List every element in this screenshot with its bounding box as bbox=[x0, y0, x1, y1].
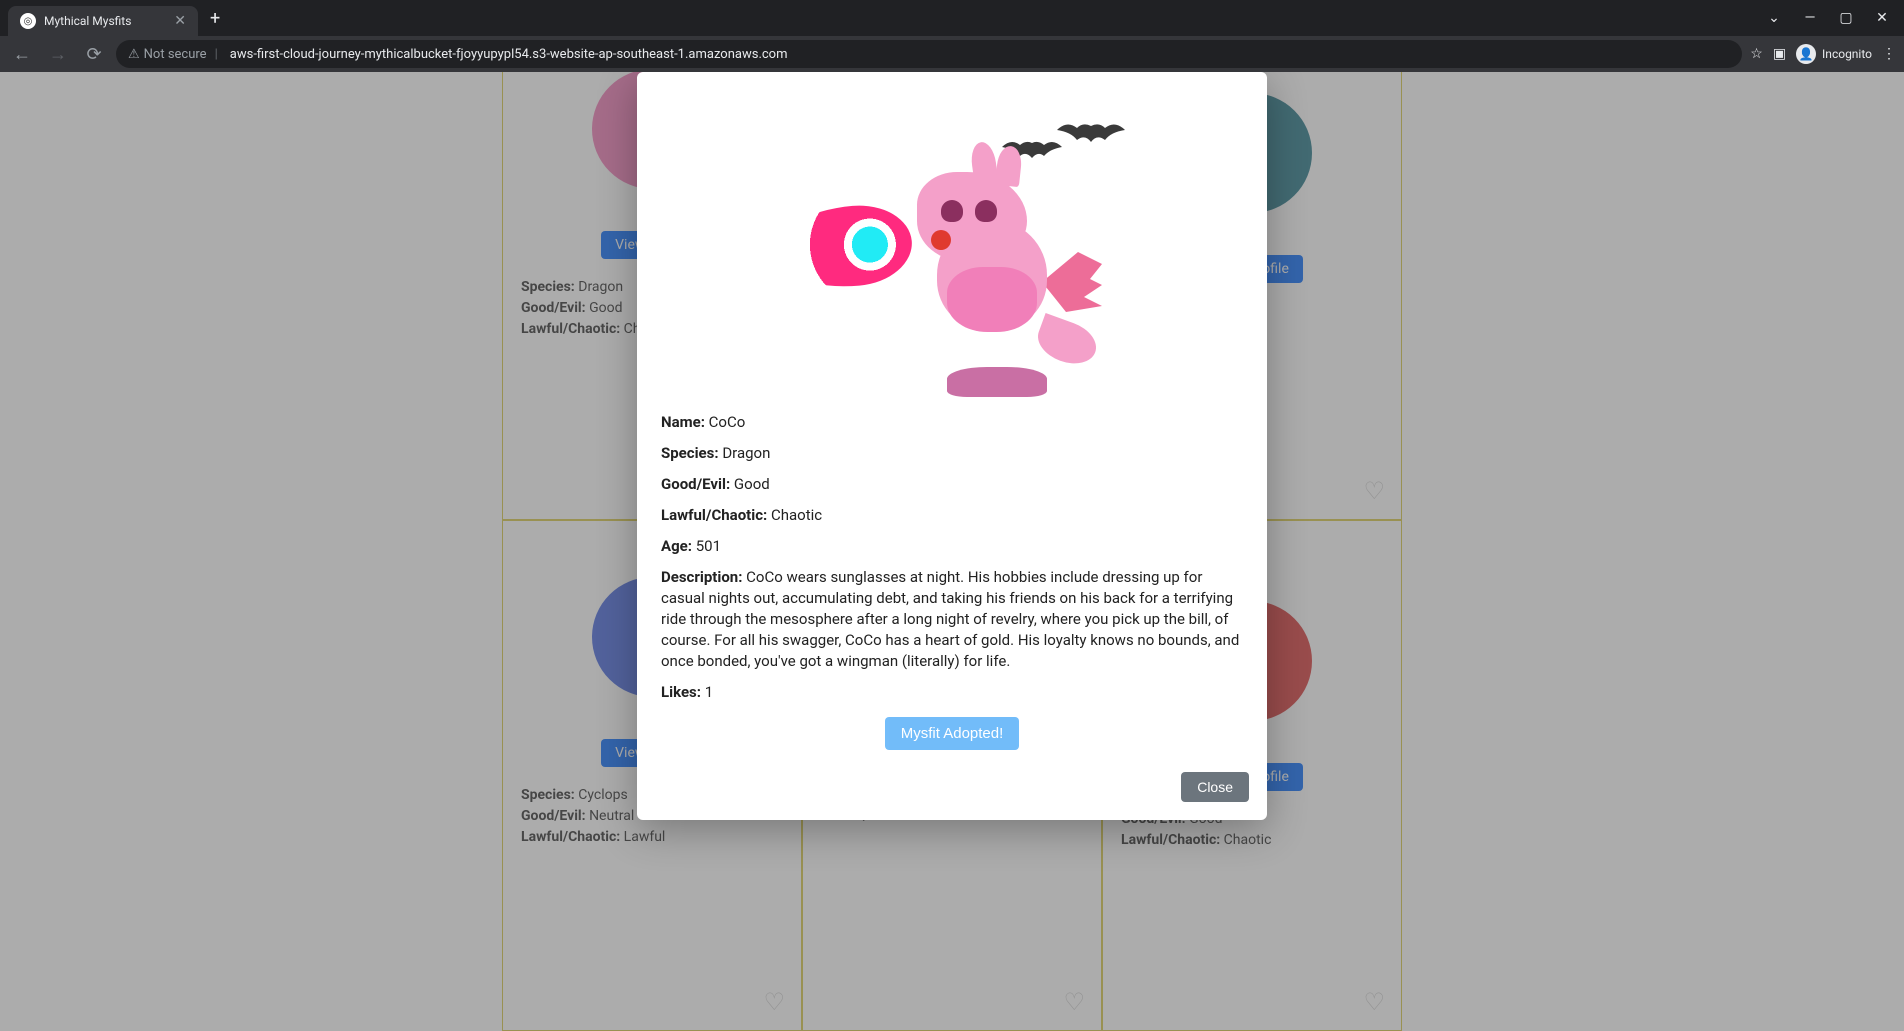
page-background: View Profile Species: Dragon Good/Evil: … bbox=[0, 72, 1904, 1031]
warning-icon: ⚠ bbox=[128, 47, 140, 62]
url-text: aws-first-cloud-journey-mythicalbucket-f… bbox=[230, 47, 788, 62]
modal-field-name: Name: CoCo bbox=[661, 412, 1243, 433]
browser-tab[interactable]: ◎ Mythical Mysfits ✕ bbox=[8, 6, 198, 36]
chevron-down-icon[interactable]: ⌄ bbox=[1760, 10, 1788, 26]
modal-field-description: Description: CoCo wears sunglasses at ni… bbox=[661, 567, 1243, 672]
reload-button[interactable]: ⟳ bbox=[80, 44, 108, 65]
profile-modal: Name: CoCo Species: Dragon Good/Evil: Go… bbox=[637, 72, 1267, 820]
tab-bar: ◎ Mythical Mysfits ✕ + ⌄ — ▢ ✕ bbox=[0, 0, 1904, 36]
star-icon[interactable]: ☆ bbox=[1750, 46, 1763, 62]
kebab-menu-icon[interactable]: ⋮ bbox=[1882, 46, 1896, 62]
address-bar: ← → ⟳ ⚠ Not secure | aws-first-cloud-jou… bbox=[0, 36, 1904, 72]
tab-favicon-icon: ◎ bbox=[20, 13, 36, 29]
tab-close-icon[interactable]: ✕ bbox=[174, 13, 186, 29]
maximize-icon[interactable]: ▢ bbox=[1832, 10, 1860, 26]
modal-field-goodevil: Good/Evil: Good bbox=[661, 474, 1243, 495]
modal-field-age: Age: 501 bbox=[661, 536, 1243, 557]
window-controls: ⌄ — ▢ ✕ bbox=[1760, 10, 1896, 26]
not-secure-label: ⚠ Not secure | bbox=[128, 47, 222, 62]
tab-title: Mythical Mysfits bbox=[44, 14, 166, 28]
dragon-illustration bbox=[752, 102, 1152, 362]
modal-image bbox=[637, 72, 1267, 392]
modal-footer: Close bbox=[637, 756, 1267, 808]
back-button[interactable]: ← bbox=[8, 44, 36, 65]
browser-chrome: ◎ Mythical Mysfits ✕ + ⌄ — ▢ ✕ ← → ⟳ ⚠ N… bbox=[0, 0, 1904, 72]
modal-field-species: Species: Dragon bbox=[661, 443, 1243, 464]
flame-icon bbox=[769, 201, 915, 293]
panel-icon[interactable]: ▣ bbox=[1773, 46, 1786, 62]
adopt-button[interactable]: Mysfit Adopted! bbox=[885, 717, 1020, 750]
modal-field-likes: Likes: 1 bbox=[661, 682, 1243, 703]
dragon-body bbox=[917, 172, 1067, 342]
modal-field-lawful: Lawful/Chaotic: Chaotic bbox=[661, 505, 1243, 526]
toolbar-right: ☆ ▣ 👤 Incognito ⋮ bbox=[1750, 44, 1896, 64]
incognito-badge[interactable]: 👤 Incognito bbox=[1796, 44, 1872, 64]
close-button[interactable]: Close bbox=[1181, 772, 1249, 802]
forward-button[interactable]: → bbox=[44, 44, 72, 65]
new-tab-button[interactable]: + bbox=[210, 8, 220, 29]
url-field[interactable]: ⚠ Not secure | aws-first-cloud-journey-m… bbox=[116, 40, 1742, 68]
incognito-icon: 👤 bbox=[1796, 44, 1816, 64]
close-window-icon[interactable]: ✕ bbox=[1868, 10, 1896, 26]
minimize-icon[interactable]: — bbox=[1796, 10, 1824, 26]
page-viewport: View Profile Species: Dragon Good/Evil: … bbox=[0, 72, 1904, 1031]
bat-icon bbox=[1057, 120, 1125, 146]
modal-body: Name: CoCo Species: Dragon Good/Evil: Go… bbox=[637, 392, 1267, 756]
